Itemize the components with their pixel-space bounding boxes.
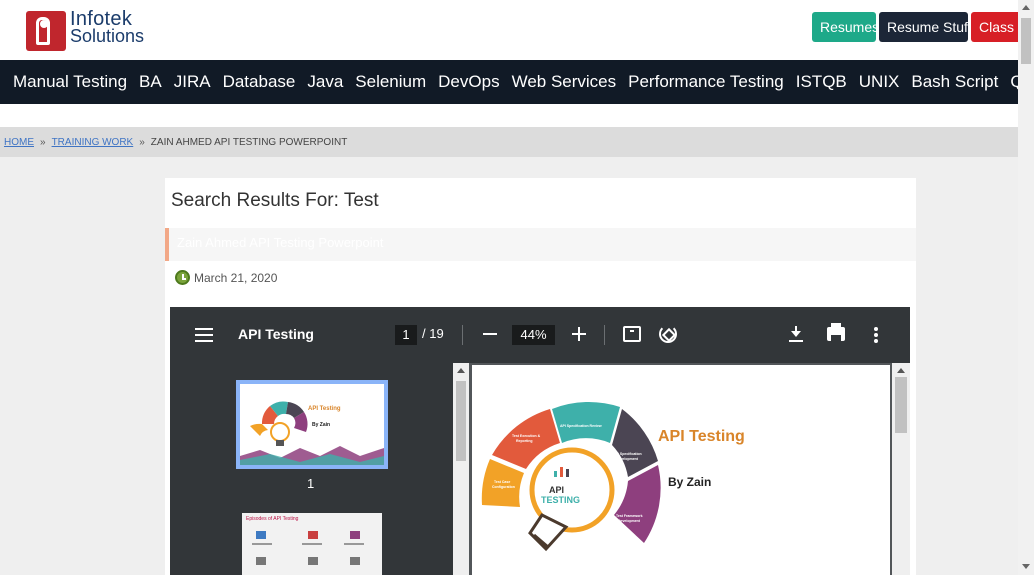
download-icon[interactable] <box>789 326 803 342</box>
hamburger-menu-icon[interactable] <box>195 328 213 342</box>
print-icon[interactable] <box>827 323 845 341</box>
svg-text:Test Specification: Test Specification <box>612 452 642 456</box>
nav-item-istqb[interactable]: ISTQB <box>790 60 853 104</box>
svg-text:Configuration: Configuration <box>492 485 515 489</box>
zoom-level-input[interactable]: 44% <box>512 325 555 345</box>
resume-stuff-button[interactable]: Resume Stuff <box>879 12 968 42</box>
slide-author: By Zain <box>668 475 712 489</box>
search-results-card: Search Results For: Test Zain Ahmed API … <box>165 178 916 575</box>
clock-icon <box>175 270 190 285</box>
thumb-slide-title: API Testing <box>308 406 341 412</box>
bulb-text-line1: API <box>549 485 565 495</box>
nav-item-jira[interactable]: JIRA <box>168 60 217 104</box>
post-date: March 21, 2020 <box>175 270 277 285</box>
fit-to-page-icon[interactable] <box>623 326 641 342</box>
slide-title: API Testing <box>658 428 745 445</box>
post-title-bar: Zain Ahmed API Testing Powerpoint <box>165 228 916 261</box>
toolbar-divider <box>604 325 605 345</box>
breadcrumb-current: ZAIN AHMED API TESTING POWERPOINT <box>150 137 348 148</box>
nav-item-performance-testing[interactable]: Performance Testing <box>622 60 790 104</box>
nav-item-java[interactable]: Java <box>301 60 349 104</box>
nav-item-database[interactable]: Database <box>217 60 302 104</box>
scroll-down-icon[interactable] <box>1022 564 1030 569</box>
breadcrumb-home-link[interactable]: HOME <box>4 137 34 148</box>
toolbar-divider <box>462 325 463 345</box>
pdf-viewer[interactable]: API Testing 1 / 19 44% API Testing By Za… <box>170 307 910 575</box>
breadcrumb: HOME » TRAINING WORK » ZAIN AHMED API TESTIN… <box>0 127 1018 157</box>
nav-item-unix[interactable]: UNIX <box>853 60 906 104</box>
zoom-in-icon[interactable] <box>572 327 586 341</box>
pdf-document-title: API Testing <box>238 326 314 342</box>
thumbnail-scrollbar[interactable] <box>453 363 469 575</box>
breadcrumb-separator: » <box>40 137 46 148</box>
page-title: Search Results For: Test <box>171 190 379 211</box>
scrollbar-thumb[interactable] <box>1021 18 1031 64</box>
breadcrumb-separator: » <box>139 137 145 148</box>
svg-text:Test Case: Test Case <box>494 480 510 484</box>
pdf-toolbar: API Testing 1 / 19 44% <box>170 307 910 363</box>
more-vert-icon[interactable] <box>874 327 878 343</box>
header-spacer <box>0 104 1018 127</box>
bulb-text-line2: TESTING <box>541 495 581 505</box>
thumb-slide-author: By Zain <box>312 422 331 428</box>
scroll-up-icon[interactable] <box>1022 5 1030 10</box>
nav-item-ba[interactable]: BA <box>133 60 168 104</box>
page-number-input[interactable]: 1 <box>395 325 417 345</box>
resumes-button[interactable]: Resumes <box>812 12 876 42</box>
svg-text:Development: Development <box>616 457 639 461</box>
class-schedule-button[interactable]: Class s <box>971 12 1018 42</box>
page-thumbnail-2[interactable]: Episodes of API Testing <box>242 513 382 575</box>
nav-item-devops[interactable]: DevOps <box>432 60 505 104</box>
nav-item-bash-script[interactable]: Bash Script <box>905 60 1004 104</box>
pdf-thumbnail-sidebar: API Testing By Zain 1 Episodes of API Te… <box>170 363 453 575</box>
pdf-page-scrollbar[interactable] <box>892 363 910 575</box>
page-total: / 19 <box>422 326 444 341</box>
nav-item-web-services[interactable]: Web Services <box>506 60 623 104</box>
svg-text:Test Framework: Test Framework <box>616 514 643 518</box>
svg-text:Test Execution &: Test Execution & <box>512 434 541 438</box>
svg-text:Development: Development <box>618 519 641 523</box>
zoom-out-icon[interactable] <box>483 333 497 335</box>
main-nav: Manual Testing BA JIRA Database Java Sel… <box>0 60 1034 104</box>
page-scrollbar[interactable] <box>1018 0 1034 575</box>
svg-text:Reporting: Reporting <box>516 439 533 443</box>
logo-mark-icon <box>26 11 66 51</box>
nav-item-manual-testing[interactable]: Manual Testing <box>7 60 133 104</box>
svg-text:API Specification Review: API Specification Review <box>560 424 602 428</box>
rotate-icon[interactable] <box>659 325 677 343</box>
post-title-link[interactable]: Zain Ahmed API Testing Powerpoint <box>177 235 383 250</box>
nav-item-selenium[interactable]: Selenium <box>349 60 432 104</box>
site-logo[interactable]: Infotek Solutions <box>26 9 151 53</box>
api-testing-diagram: Test Execution & Reporting API Specifica… <box>481 401 661 552</box>
thumb2-heading: Episodes of API Testing <box>246 516 299 522</box>
post-date-text: March 21, 2020 <box>194 270 278 285</box>
breadcrumb-training-link[interactable]: TRAINING WORK <box>52 137 134 148</box>
thumbnail-page-number: 1 <box>307 476 315 491</box>
logo-line2: Solutions <box>70 26 145 46</box>
page-thumbnail-1[interactable]: API Testing By Zain <box>236 380 388 469</box>
site-header: Infotek Solutions Resumes Resume Stuff C… <box>0 0 1018 60</box>
pdf-page-1: Test Execution & Reporting API Specifica… <box>472 365 890 575</box>
